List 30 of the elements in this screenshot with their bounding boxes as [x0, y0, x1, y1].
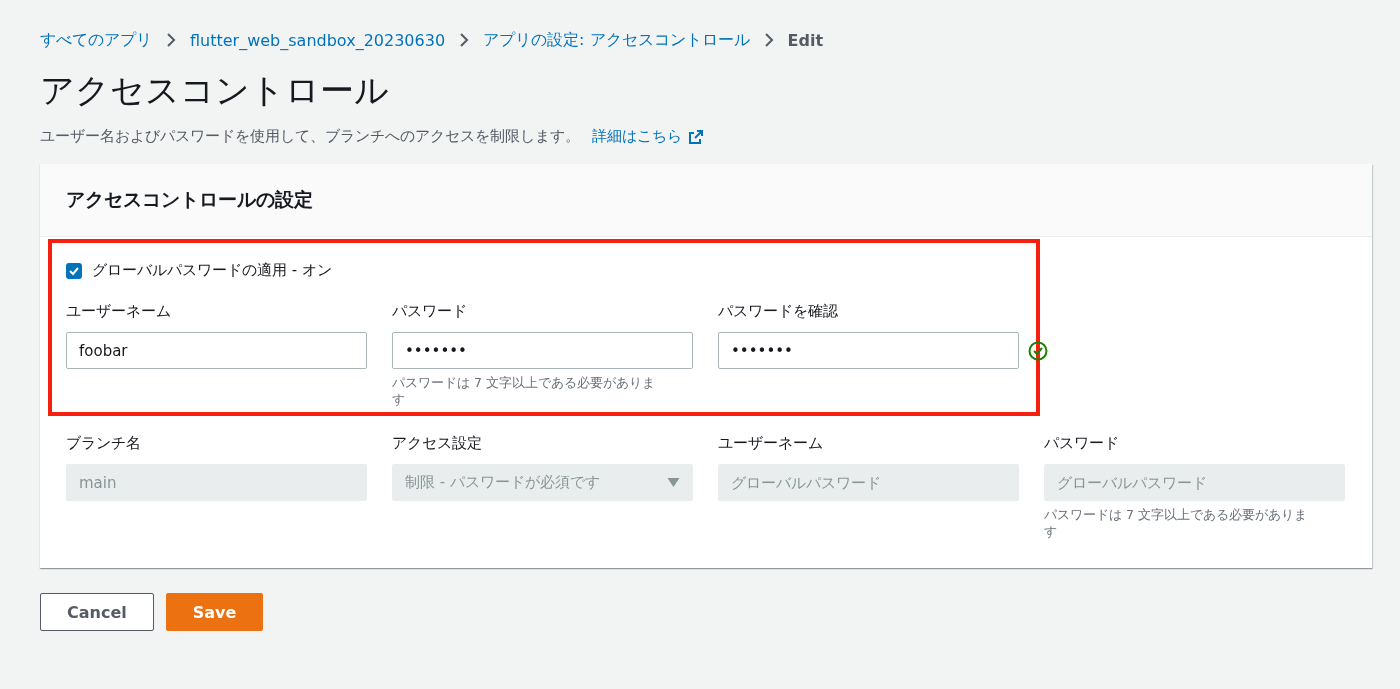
- page-title: アクセスコントロール: [40, 69, 390, 112]
- input-field[interactable]: foobar: [66, 332, 367, 369]
- external-link-icon: [688, 128, 704, 145]
- input-field[interactable]: •••••••: [718, 332, 1019, 369]
- select-field[interactable]: 制限 - パスワードが必須です: [392, 464, 693, 501]
- field-label: パスワード: [392, 302, 467, 322]
- card-title: アクセスコントロールの設定: [66, 187, 313, 212]
- details-link[interactable]: 詳細はこちら: [592, 127, 682, 146]
- breadcrumb-link[interactable]: アプリの設定: アクセスコントロール: [483, 29, 750, 51]
- save-button[interactable]: Save: [165, 593, 264, 631]
- checkbox[interactable]: [66, 262, 82, 279]
- checkbox-label: グローバルパスワードの適用 - オン: [92, 261, 332, 280]
- field-hint: パスワードは 7 文字以上である必要があります: [1044, 506, 1308, 540]
- field-label: ユーザーネーム: [718, 434, 823, 454]
- breadcrumb-current: Edit: [787, 30, 824, 50]
- field-label: ユーザーネーム: [66, 302, 171, 322]
- field-label: パスワードを確認: [718, 302, 838, 322]
- cancel-button[interactable]: Cancel: [40, 593, 154, 631]
- field-label: パスワード: [1044, 434, 1119, 454]
- chevron-icon: [166, 32, 176, 48]
- page-description: ユーザー名およびパスワードを使用して、ブランチへのアクセスを制限します。: [40, 127, 580, 146]
- field-label: ブランチ名: [66, 434, 141, 454]
- chevron-icon: [763, 32, 774, 48]
- breadcrumb-link[interactable]: flutter_web_sandbox_20230630: [190, 30, 446, 50]
- breadcrumb-link[interactable]: すべてのアプリ: [40, 29, 152, 51]
- chevron-icon: [459, 32, 470, 48]
- input-field[interactable]: •••••••: [392, 332, 693, 369]
- field-label: アクセス設定: [392, 434, 482, 454]
- caret-icon: [667, 477, 680, 488]
- field-hint: パスワードは 7 文字以上である必要があります: [392, 374, 656, 408]
